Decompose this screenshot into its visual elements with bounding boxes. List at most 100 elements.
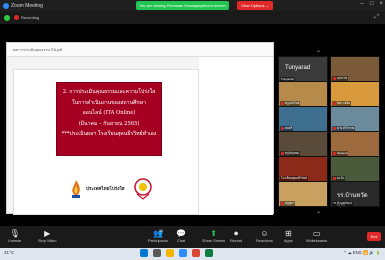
- search-icon[interactable]: [153, 249, 161, 257]
- record-icon: ⏺: [234, 229, 239, 238]
- apps-button[interactable]: ⊞ Apps: [284, 228, 293, 243]
- end-meeting-button[interactable]: End: [367, 232, 381, 241]
- apps-label: Apps: [284, 239, 293, 243]
- participant-display-name: Tunyarad: [285, 65, 311, 71]
- chat-label: Chat: [176, 239, 185, 243]
- reactions-icon: ☺: [260, 229, 269, 238]
- system-tray[interactable]: ^ ☁ ENG 📶 🔊 🔋: [344, 250, 381, 256]
- maximize-button[interactable]: □: [370, 1, 374, 7]
- participant-name-text: โรงเรียนสุคนธีรวิทย์: [281, 176, 307, 180]
- muted-mic-icon: [281, 126, 284, 130]
- participant-name-text: ลิตา เฉลิม: [337, 101, 351, 105]
- weather-widget[interactable]: 31°C: [4, 250, 14, 255]
- view-controls: ⤢: [374, 14, 379, 21]
- muted-mic-icon: [281, 101, 284, 105]
- share-icon: ⬆: [210, 229, 217, 238]
- fullscreen-icon[interactable]: ⤢: [374, 14, 379, 21]
- presentation-slide: 2. การประเมินคุณธรรมและความโปร่งใส ในการ…: [13, 69, 199, 215]
- participant-name-text: Nawa ดุ: [337, 151, 348, 155]
- participant-tile[interactable]: เอกราช: [330, 56, 380, 82]
- slide-title-box: 2. การประเมินคุณธรรมและความโปร่งใส ในการ…: [56, 82, 162, 156]
- slide-line: ***ประเมินผลฯ โรงเรียนสุคนธีรวิทย์ทำเอง: [61, 131, 157, 138]
- unmute-label: Unmute: [8, 239, 22, 243]
- reactions-button[interactable]: ☺ Reactions: [256, 228, 273, 243]
- start-menu-icon[interactable]: [140, 249, 148, 257]
- participant-name-text: นาง ทวีวรรณ: [337, 126, 355, 130]
- chrome-icon[interactable]: [192, 249, 200, 257]
- unmute-button[interactable]: 🎙 Unmute: [8, 228, 21, 243]
- excel-icon[interactable]: [205, 249, 213, 257]
- participant-name-text: สมศรี: [285, 126, 293, 130]
- view-options-button[interactable]: View Options ⌄: [237, 1, 273, 10]
- slide-logos: ประเทศไทยโปร่งใส: [70, 178, 152, 200]
- share-label: Share Screen: [202, 239, 226, 243]
- window-controls: – □ ×: [361, 1, 383, 7]
- participants-label: Participants: [148, 239, 168, 243]
- transparency-flame-logo: [72, 180, 80, 198]
- participant-name-text: เอกราช: [337, 76, 347, 80]
- windows-taskbar: 31°C ^ ☁ ENG 📶 🔊 🔋: [0, 248, 385, 260]
- participant-name-text: ตะวัน: [337, 176, 345, 180]
- file-explorer-icon[interactable]: [166, 249, 174, 257]
- security-shield-icon[interactable]: [4, 14, 10, 21]
- participant-tile[interactable]: ครูสุดา: [278, 181, 328, 207]
- taskbar-apps: [140, 249, 213, 257]
- participants-button[interactable]: 👥 Participants 36: [148, 228, 168, 243]
- muted-mic-icon: [281, 201, 284, 205]
- participant-name-label: รร.บ้านหวัดแป: [332, 201, 354, 206]
- chat-icon: 💬: [176, 229, 186, 238]
- slide-line: ออนไลน์ (ITA Online): [82, 110, 136, 117]
- minimize-button[interactable]: –: [361, 1, 364, 7]
- video-button[interactable]: ▶ Stop Video: [38, 228, 57, 243]
- participant-tile[interactable]: Nawa ดุ: [330, 131, 380, 157]
- participant-tile[interactable]: นาง ทวีวรรณ: [330, 106, 380, 132]
- agency-crest-logo: [134, 178, 152, 200]
- muted-mic-icon: [333, 101, 336, 105]
- participant-tile[interactable]: ลิตา เฉลิม: [330, 81, 380, 107]
- close-button[interactable]: ×: [379, 1, 383, 7]
- participant-tile[interactable]: โรงเรียนสุคนธีรวิทย์: [278, 156, 328, 182]
- unmute-icon: 🎙: [9, 229, 20, 238]
- record-button[interactable]: ⏺ Record: [230, 228, 242, 243]
- whiteboards-label: Whiteboards: [306, 239, 328, 243]
- participant-name-text: ครูกันตภณ: [285, 151, 300, 155]
- participant-tile[interactable]: Tunyarad Tunyarad: [278, 56, 328, 82]
- logo-text: ประเทศไทยโปร่งใส: [86, 185, 125, 191]
- participant-name-text: รร.บ้านหวัดแป: [333, 201, 353, 205]
- reactions-label: Reactions: [256, 239, 273, 243]
- chat-button[interactable]: 💬 Chat: [176, 228, 186, 243]
- zoom-logo-icon: [3, 2, 9, 9]
- participant-tile[interactable]: สมศรี: [278, 106, 328, 132]
- share-banner: You are viewing Peeranan Kesanjampthoo's…: [136, 1, 229, 10]
- app-title: Zoom Meeting: [11, 2, 43, 9]
- share-button[interactable]: ⬆ Share Screen: [202, 228, 225, 243]
- participant-name-text: ครูมะลิวัลย์: [285, 101, 300, 105]
- participant-tile[interactable]: ครูกันตภณ: [278, 131, 328, 157]
- meeting-toolbar: End 🎙 Unmute ▶ Stop Video 👥 Participants 36 💬 Ch…: [0, 226, 385, 248]
- whiteboards-button[interactable]: ▭ Whiteboards: [306, 228, 327, 243]
- video-label: Stop Video: [38, 239, 57, 243]
- muted-mic-icon: [333, 151, 336, 155]
- zoom-app-icon[interactable]: [179, 249, 187, 257]
- apps-icon: ⊞: [284, 229, 292, 238]
- muted-mic-icon: [333, 76, 336, 80]
- muted-mic-icon: [281, 151, 284, 155]
- slide-line: 2. การประเมินคุณธรรมและความโปร่งใส: [62, 89, 156, 95]
- participant-tile[interactable]: ตะวัน: [330, 156, 380, 182]
- shared-screen: ผลการประเมินคุณธรรม ITA.pdf 2. การประเมิ…: [6, 42, 274, 215]
- shared-doc-header: ผลการประเมินคุณธรรม ITA.pdf: [7, 43, 273, 57]
- recording-bar: Recording: [0, 11, 385, 24]
- participant-tile[interactable]: รร.บ้านหวัดแป... รร.บ้านหวัดแป: [330, 181, 380, 207]
- slide-line: (มีนาคม – กันยายน 2565): [78, 120, 140, 127]
- participants-count: 36: [159, 229, 164, 233]
- whiteboards-icon: ▭: [312, 229, 321, 238]
- muted-mic-icon: [333, 176, 336, 180]
- gallery-down-chevron-icon[interactable]: ⌄: [316, 208, 321, 215]
- slide-line: ในการดำเนินงานของสถานศึกษา: [72, 99, 146, 106]
- participant-tile[interactable]: ครูมะลิวัลย์: [278, 81, 328, 107]
- recording-label: Recording: [21, 15, 40, 20]
- shared-screen-blank-area: [199, 57, 273, 215]
- video-icon: ▶: [44, 229, 51, 238]
- shared-doc-title: ผลการประเมินคุณธรรม ITA.pdf: [13, 47, 63, 52]
- muted-mic-icon: [333, 126, 336, 130]
